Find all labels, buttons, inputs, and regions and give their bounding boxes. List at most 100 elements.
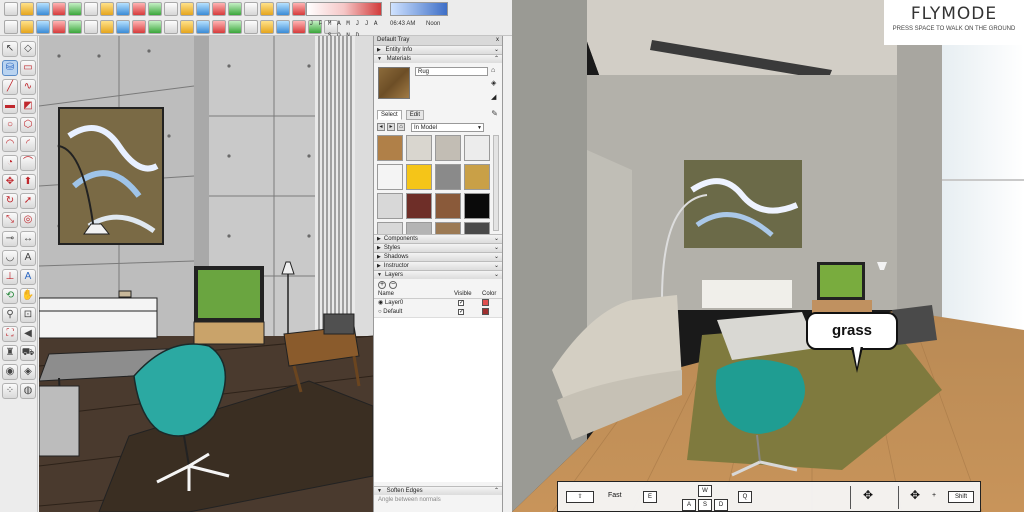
material-swatch[interactable] — [464, 135, 490, 161]
home-icon[interactable] — [132, 2, 146, 16]
layer-radio-icon[interactable]: ◉ — [378, 300, 385, 306]
layers-icon[interactable] — [4, 20, 18, 34]
tape-measure-tool-icon[interactable]: ⊸ — [2, 231, 18, 247]
rotated-rect-tool-icon[interactable]: ◩ — [20, 98, 36, 114]
refresh-icon[interactable] — [36, 20, 50, 34]
dialog-icon[interactable] — [196, 2, 210, 16]
iso-icon[interactable] — [244, 20, 258, 34]
rectangle-tool-icon[interactable]: ▬ — [2, 98, 18, 114]
folder-icon[interactable] — [100, 2, 114, 16]
component-icon[interactable] — [228, 2, 242, 16]
pie-tool-icon[interactable]: ◔ — [2, 155, 18, 171]
layer-visible-checkbox[interactable]: ✓ — [458, 300, 464, 306]
default-material-icon[interactable]: ◢ — [491, 94, 499, 102]
delete-layer-icon[interactable]: − — [389, 280, 397, 289]
tray-close-icon[interactable]: x — [496, 36, 499, 45]
dots-icon[interactable] — [68, 20, 82, 34]
paint-bucket-tool-icon[interactable]: ⛁ — [2, 60, 18, 76]
material-swatch[interactable] — [435, 135, 461, 161]
pointer-icon[interactable] — [52, 20, 66, 34]
house-outline-icon[interactable] — [148, 2, 162, 16]
3d-text-icon[interactable] — [84, 2, 98, 16]
material-swatch[interactable] — [464, 193, 490, 219]
home-icon[interactable]: ⌂ — [397, 123, 405, 131]
3d-text-tool-icon[interactable]: A — [20, 269, 36, 285]
previous-view-tool-icon[interactable]: ◀ — [20, 326, 36, 342]
pan-tool-icon[interactable]: ✋ — [20, 288, 36, 304]
material-name-field[interactable]: Rug — [415, 67, 488, 76]
text-tool-icon[interactable]: A — [20, 250, 36, 266]
arc-tool-icon[interactable]: ◠ — [2, 136, 18, 152]
textured-icon[interactable] — [212, 20, 226, 34]
camera-icon[interactable] — [180, 2, 194, 16]
material-swatch[interactable] — [406, 193, 432, 219]
house-icon[interactable] — [116, 2, 130, 16]
x-ray-icon[interactable] — [132, 20, 146, 34]
layer-visible-checkbox[interactable]: ✓ — [458, 309, 464, 315]
panel-soften-edges[interactable]: ▼ Soften Edges ⌃ — [374, 486, 502, 495]
zoom-tool-icon[interactable]: ⚲ — [2, 307, 18, 323]
shadow-time-slider[interactable] — [390, 2, 448, 16]
axes-tool-icon[interactable]: ⊥ — [2, 269, 18, 285]
share-model-icon[interactable] — [20, 2, 34, 16]
tab-select[interactable]: Select — [377, 110, 402, 120]
right-icon[interactable] — [292, 20, 306, 34]
tab-edit[interactable]: Edit — [405, 110, 425, 120]
layer-row[interactable]: ○ Default ✓ — [374, 308, 502, 317]
top-icon[interactable] — [260, 20, 274, 34]
layer-row[interactable]: ◉ Layer0 ✓ — [374, 299, 502, 308]
section-plane-tool-icon[interactable]: ◈ — [20, 364, 36, 380]
layer-color-swatch[interactable] — [482, 308, 489, 315]
wireframe-icon[interactable] — [164, 20, 178, 34]
offset-tool-icon[interactable]: ◎ — [20, 212, 36, 228]
material-swatch[interactable] — [464, 164, 490, 190]
front-icon[interactable] — [276, 20, 290, 34]
footprint-icon[interactable] — [244, 2, 258, 16]
rotate-tool-icon[interactable]: ↻ — [2, 193, 18, 209]
orbit-icon[interactable] — [292, 2, 306, 16]
add-layer-icon[interactable]: + — [378, 280, 386, 289]
swatch-scrollbar[interactable] — [493, 135, 499, 231]
warehouse-icon[interactable] — [36, 2, 50, 16]
line-tool-icon[interactable]: ╱ — [2, 79, 18, 95]
fly-mode-render-view[interactable]: FLYMODE PRESS SPACE TO WALK ON THE GROUN… — [512, 0, 1024, 512]
material-swatch[interactable] — [377, 135, 403, 161]
monochrome-icon[interactable] — [228, 20, 242, 34]
zoom-window-tool-icon[interactable]: ⊡ — [20, 307, 36, 323]
library-select[interactable]: In Model ▼ — [411, 122, 484, 132]
eye-tool-icon[interactable]: ◍ — [20, 383, 36, 399]
forward-icon[interactable]: ▸ — [387, 123, 395, 131]
extension-icon[interactable] — [68, 2, 82, 16]
create-material-icon[interactable]: ◈ — [491, 80, 499, 88]
scale-tool-icon[interactable]: ⤡ — [2, 212, 18, 228]
eraser-tool-icon[interactable]: ◇ — [20, 41, 36, 57]
panel-components[interactable]: ▶ Components ⌄ — [374, 234, 502, 243]
panel-materials[interactable]: ▼ Materials ⌃ — [374, 54, 502, 63]
sample-paint-icon[interactable]: ✎ — [491, 109, 498, 118]
push-pull-tool-icon[interactable]: ⬆ — [20, 174, 36, 190]
get-models-icon[interactable] — [4, 2, 18, 16]
polygon-tool-icon[interactable]: ⬡ — [20, 117, 36, 133]
move-tool-icon[interactable]: ✥ — [2, 174, 18, 190]
freehand-tool-icon[interactable]: ∿ — [20, 79, 36, 95]
material-swatch[interactable] — [435, 193, 461, 219]
image-icon[interactable] — [164, 2, 178, 16]
walk-icon[interactable] — [260, 2, 274, 16]
walk-tool-icon[interactable]: ⛟ — [20, 345, 36, 361]
material-swatch[interactable] — [406, 135, 432, 161]
footprints-tool-icon[interactable]: ⁘ — [2, 383, 18, 399]
sketchup-viewport[interactable] — [39, 36, 373, 512]
panel-entity-info[interactable]: ▶ Entity Info ⌄ — [374, 45, 502, 54]
follow-me-tool-icon[interactable]: ➚ — [20, 193, 36, 209]
shaded-icon[interactable] — [196, 20, 210, 34]
arc3-tool-icon[interactable]: ⌒ — [20, 155, 36, 171]
layer-color-swatch[interactable] — [482, 299, 489, 306]
sync-icon[interactable] — [20, 20, 34, 34]
orbit-tool-icon[interactable]: ⟲ — [2, 288, 18, 304]
cursor-icon[interactable] — [276, 2, 290, 16]
shadow-date-slider[interactable] — [306, 2, 382, 16]
select-tool-icon[interactable]: ↖ — [2, 41, 18, 57]
position-camera-tool-icon[interactable]: ♜ — [2, 345, 18, 361]
panel-styles[interactable]: ▶ Styles ⌄ — [374, 243, 502, 252]
protractor-tool-icon[interactable]: ◡ — [2, 250, 18, 266]
